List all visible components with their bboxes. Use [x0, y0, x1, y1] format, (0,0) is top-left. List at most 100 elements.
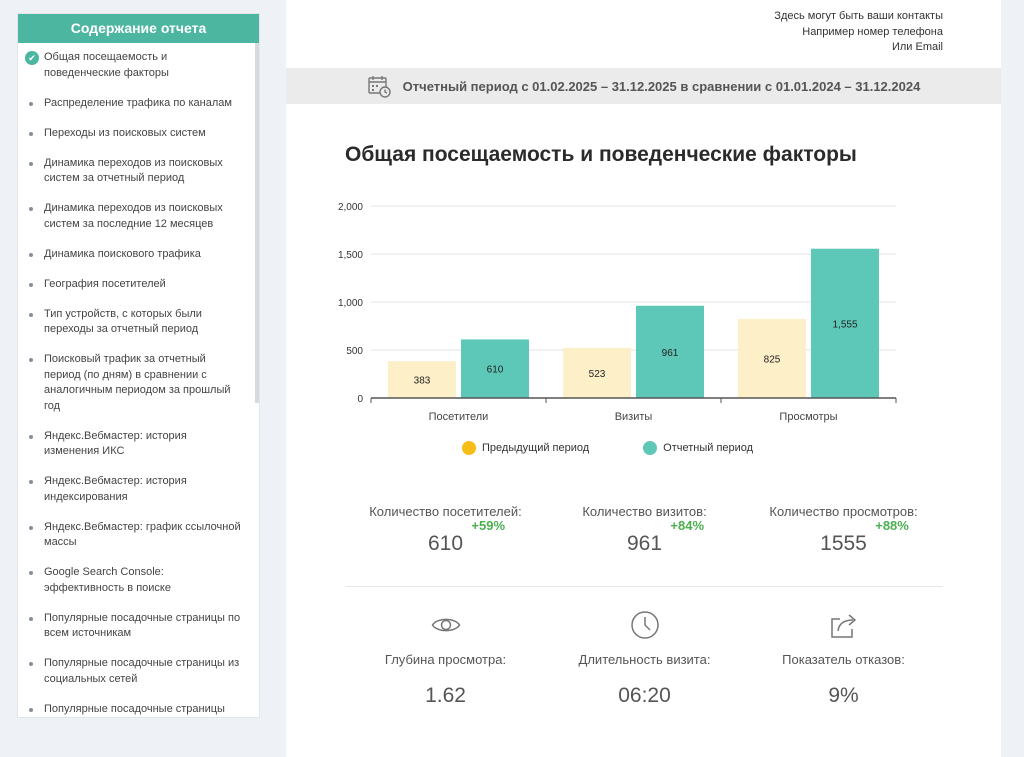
stat-number: 961 — [626, 532, 663, 555]
sidebar-item-google-search-console[interactable]: Google Search Console: эффективность в п… — [18, 565, 259, 596]
stat-label: Количество просмотров: — [769, 504, 918, 519]
chart-legend: Предыдущий период Отчетный период — [462, 441, 807, 455]
sidebar-item-search-dynamics-period[interactable]: Динамика переходов из поисковых систем з… — [18, 156, 259, 187]
sidebar-item-yandex-iks[interactable]: Яндекс.Вебмастер: история изменения ИКС — [18, 429, 259, 460]
stat-value: 1555 +88% — [820, 518, 909, 556]
y-tick-label: 0 — [357, 394, 363, 405]
bullet-icon — [29, 312, 33, 317]
stat-visits: Количество визитов: 961 +84% — [545, 504, 744, 556]
stat-label: Длительность визита: — [578, 652, 711, 667]
stat-number: 06:20 — [618, 684, 671, 707]
stat-delta: +59% — [471, 518, 506, 533]
bullet-icon — [29, 358, 33, 362]
sidebar-item-devices[interactable]: Тип устройств, с которых были переходы з… — [18, 307, 259, 338]
legend-dot-current — [643, 441, 658, 455]
sidebar-item-label: Распределение трафика по каналам — [44, 96, 232, 109]
sidebar-item-label: Динамика переходов из поисковых систем з… — [44, 156, 223, 185]
y-tick-label: 500 — [346, 346, 363, 357]
bullet-icon — [29, 525, 33, 530]
stat-label: Количество визитов: — [582, 504, 707, 519]
stat-number: 1555 — [820, 532, 867, 555]
sidebar-item-label: Динамика поискового трафика — [44, 247, 201, 260]
bullet-icon — [29, 707, 33, 712]
sidebar-item-geography[interactable]: География посетителей — [18, 277, 259, 293]
report-contents-sidebar: Содержание отчета ✔ Общая посещаемость и… — [17, 13, 260, 718]
bullet-icon — [29, 282, 33, 287]
stat-bounce-rate: Показатель отказов: 9% — [744, 608, 943, 708]
sidebar-item-landing-all[interactable]: Популярные посадочные страницы по всем и… — [18, 611, 259, 642]
sidebar-item-label: Динамика переходов из поисковых систем з… — [44, 202, 223, 230]
legend-item-current[interactable]: Отчетный период — [643, 441, 753, 455]
stat-value: 610 +59% — [427, 518, 505, 556]
sidebar-item-traffic-overview[interactable]: ✔ Общая посещаемость и поведенческие фак… — [18, 50, 259, 81]
stat-number: 9% — [828, 684, 859, 707]
sidebar-item-daily-search-traffic[interactable]: Поисковый трафик за отчетный период (по … — [18, 352, 259, 414]
visits-bar-chart: 0 500 1,000 1,500 2,000 383 610 Посетители 523 96… — [326, 195, 906, 440]
sidebar-item-label: Яндекс.Вебмастер: история индексирования — [44, 475, 187, 503]
x-tick-label: Посетители — [429, 411, 489, 423]
bar-value-label: 1,555 — [832, 319, 857, 330]
y-tick-label: 1,500 — [338, 250, 363, 261]
stat-delta: +84% — [670, 518, 705, 533]
sidebar-item-label: Яндекс.Вебмастер: история изменения ИКС — [44, 429, 187, 458]
sidebar-item-label: Переходы из поисковых систем — [44, 126, 206, 139]
bullet-icon — [29, 434, 33, 439]
stat-label: Показатель отказов: — [782, 652, 905, 667]
bullet-icon — [29, 616, 33, 621]
clock-icon — [545, 608, 744, 642]
share-exit-icon — [744, 608, 943, 642]
bar-value-label: 523 — [589, 369, 606, 380]
report-title: Общая посещаемость и поведенческие факто… — [345, 143, 857, 166]
sidebar-item-search-traffic-dynamics[interactable]: Динамика поискового трафика — [18, 247, 259, 263]
sidebar-item-landing-social[interactable]: Популярные посадочные страницы из социал… — [18, 656, 259, 687]
sidebar-title: Содержание отчета — [18, 14, 259, 43]
bullet-icon — [29, 131, 33, 136]
sidebar-item-label: Яндекс.Вебмастер: график ссылочной массы — [44, 520, 241, 549]
bar-value-label: 610 — [487, 365, 504, 376]
stat-visitors: Количество посетителей: 610 +59% — [346, 504, 545, 556]
stat-label: Глубина просмотра: — [384, 652, 507, 667]
stat-value: 961 +84% — [626, 518, 704, 556]
bullet-icon — [29, 252, 33, 257]
stat-pageviews: Количество просмотров: 1555 +88% — [744, 504, 943, 556]
stat-delta: +88% — [875, 518, 909, 533]
sidebar-item-label: Google Search Console: эффективность в п… — [44, 566, 171, 594]
sidebar-item-yandex-links[interactable]: Яндекс.Вебмастер: график ссылочной массы — [18, 520, 259, 551]
sidebar-item-search-dynamics-12m[interactable]: Динамика переходов из поисковых систем з… — [18, 201, 259, 232]
sidebar-item-yandex-indexing[interactable]: Яндекс.Вебмастер: история индексирования — [18, 474, 259, 505]
chart-svg: 0 500 1,000 1,500 2,000 383 610 Посетители 523 96… — [338, 202, 897, 423]
bar-value-label: 961 — [662, 348, 679, 359]
legend-item-previous[interactable]: Предыдущий период — [462, 441, 589, 455]
x-tick-label: Просмотры — [779, 411, 837, 423]
sidebar-item-label: Популярные посадочные страницы из социал… — [44, 657, 240, 685]
y-tick-label: 1,000 — [338, 298, 363, 309]
contacts-line: Или Email — [891, 41, 943, 53]
totals-row: Количество посетителей: 610 +59% Количес… — [346, 504, 943, 556]
stat-visit-duration: Длительность визита: 06:20 — [545, 608, 744, 708]
contacts-line: Здесь могут быть ваши контакты — [774, 10, 943, 22]
x-tick-label: Визиты — [615, 411, 653, 423]
sidebar-item-search-engines[interactable]: Переходы из поисковых систем — [18, 126, 259, 142]
stat-number: 610 — [427, 532, 464, 555]
sidebar-item-label: Популярные посадочные страницы по всем и… — [44, 611, 241, 640]
bullet-icon — [29, 571, 33, 575]
contacts-block: Здесь могут быть ваши контакты Например … — [774, 9, 943, 56]
legend-label-previous: Предыдущий период — [482, 442, 590, 454]
sidebar-list: ✔ Общая посещаемость и поведенческие фак… — [18, 43, 259, 717]
legend-label-current: Отчетный период — [663, 442, 754, 454]
bullet-icon — [29, 662, 33, 666]
bullet-icon — [29, 480, 33, 484]
report-period-text: Отчетный период с 01.02.2025 – 31.12.202… — [402, 78, 921, 94]
sidebar-item-channels[interactable]: Распределение трафика по каналам — [18, 96, 259, 112]
sidebar-item-label: Тип устройств, с которых были переходы з… — [44, 307, 202, 336]
contacts-line: Например номер телефона — [802, 25, 943, 38]
stat-number: 1.62 — [425, 684, 466, 707]
sidebar-item-label: Популярные посадочные страницы — [44, 702, 225, 715]
report-period-bar: Отчетный период с 01.02.2025 – 31.12.202… — [286, 68, 1001, 104]
behavior-row: Глубина просмотра: 1.62 Длительность виз… — [346, 608, 943, 708]
sidebar-item-landing-more[interactable]: Популярные посадочные страницы — [18, 702, 259, 718]
bullet-icon — [29, 101, 33, 106]
sidebar-scrollbar[interactable] — [255, 43, 259, 403]
legend-dot-previous — [462, 441, 476, 455]
bullet-icon — [29, 161, 33, 166]
